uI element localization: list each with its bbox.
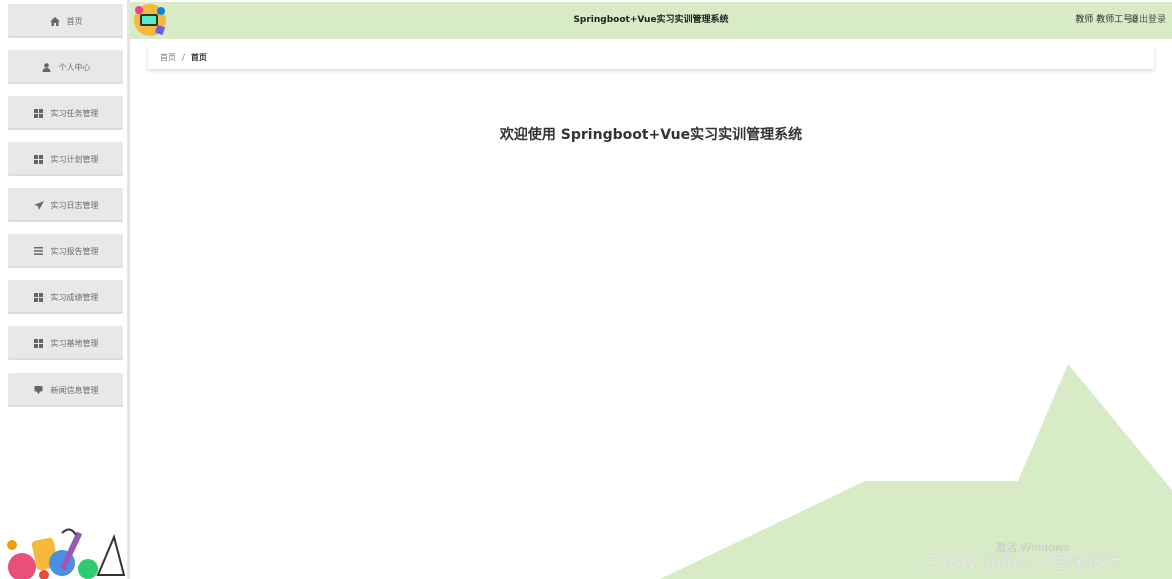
sidebar: 首页 个人中心 实习任务管理 实习计划管理 实习日志管理 实习报告管理 实习成绩…	[0, 0, 130, 579]
sidebar-item-report[interactable]: 实习报告管理	[8, 234, 123, 268]
app-title: Springboot+Vue实习实训管理系统	[573, 15, 729, 25]
sidebar-item-label: 新闻信息管理	[50, 385, 99, 395]
sidebar-item-news[interactable]: 新闻信息管理	[8, 373, 123, 407]
breadcrumb: 首页 / 首页	[148, 45, 1154, 69]
chat-icon	[33, 385, 45, 395]
breadcrumb-current: 首页	[190, 52, 207, 62]
app-window: 首页 个人中心 实习任务管理 实习计划管理 实习日志管理 实习报告管理 实习成绩…	[0, 0, 1172, 579]
user-info: 教师 教师工号8	[1075, 15, 1138, 25]
user-icon	[41, 62, 53, 72]
logout-link[interactable]: 退出登录	[1130, 2, 1166, 39]
sidebar-item-profile[interactable]: 个人中心	[8, 50, 123, 84]
home-icon	[49, 16, 61, 26]
sidebar-item-log[interactable]: 实习日志管理	[8, 188, 123, 222]
sidebar-item-label: 实习报告管理	[50, 246, 99, 256]
sidebar-item-label: 首页	[66, 16, 83, 26]
grid-icon	[33, 338, 45, 348]
sidebar-item-label: 实习基地管理	[50, 338, 99, 348]
sidebar-item-label: 实习任务管理	[50, 108, 99, 118]
background-decoration	[660, 364, 1172, 579]
sidebar-item-label: 实习计划管理	[50, 154, 99, 164]
decorative-illustration	[7, 528, 126, 579]
sidebar-item-label: 实习成绩管理	[50, 292, 99, 302]
sidebar-item-label: 个人中心	[58, 62, 91, 72]
grid-icon	[33, 108, 45, 118]
breadcrumb-separator: /	[182, 52, 185, 62]
send-icon	[33, 200, 45, 210]
sidebar-item-home[interactable]: 首页	[8, 4, 123, 38]
sidebar-item-score[interactable]: 实习成绩管理	[8, 280, 123, 314]
sidebar-item-label: 实习日志管理	[50, 200, 99, 210]
grid-icon	[33, 292, 45, 302]
top-header: Springboot+Vue实习实训管理系统 教师 教师工号8 退出登录	[130, 2, 1172, 39]
grid-icon	[33, 154, 45, 164]
list-icon	[33, 246, 45, 256]
sidebar-item-plan[interactable]: 实习计划管理	[8, 142, 123, 176]
sidebar-item-base[interactable]: 实习基地管理	[8, 326, 123, 360]
welcome-heading: 欢迎使用 Springboot+Vue实习实训管理系统	[499, 127, 803, 143]
breadcrumb-home-link[interactable]: 首页	[160, 52, 176, 63]
csdn-watermark: CSDN @花儿~程序设计	[924, 552, 1123, 573]
sidebar-item-task[interactable]: 实习任务管理	[8, 96, 123, 130]
